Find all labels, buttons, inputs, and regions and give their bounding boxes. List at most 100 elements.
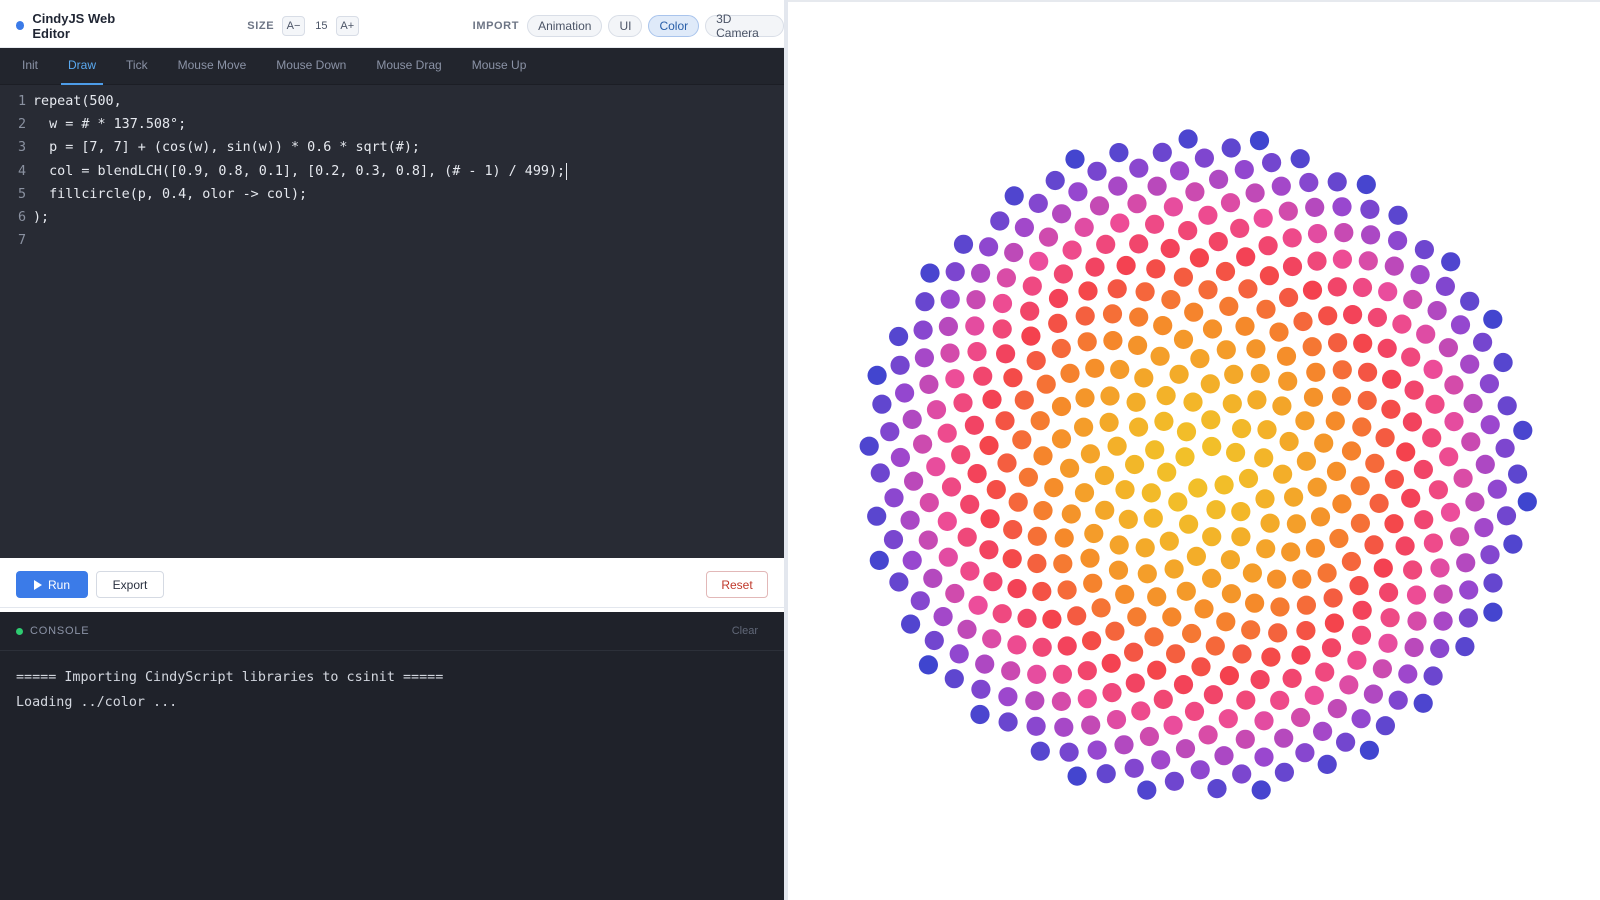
line-number: 5 [17,186,26,202]
sunflower-dot [1150,346,1170,366]
export-button[interactable]: Export [96,571,164,598]
sunflower-dot [1017,608,1037,629]
sunflower-dot [1402,412,1422,432]
code-line: 7 [0,229,567,252]
tab-init[interactable]: Init [0,48,53,84]
sunflower-dot [1101,653,1121,673]
sunflower-dot [1364,535,1384,555]
sunflower-canvas[interactable] [788,2,1600,900]
sunflower-dot [975,654,995,674]
sunflower-dot [1435,276,1455,296]
sunflower-dot [1246,339,1266,359]
tab-mouse-down[interactable]: Mouse Down [261,48,361,84]
sunflower-dot [1236,247,1256,267]
import-animation-button[interactable]: Animation [527,14,603,37]
sunflower-dot [990,211,1010,231]
sunflower-dot [1425,394,1445,414]
sunflower-dot [1109,535,1129,555]
sunflower-dot [1203,685,1223,705]
line-number: 3 [17,140,26,156]
sunflower-dot [1444,412,1464,432]
sunflower-dot [1048,288,1069,309]
run-button[interactable]: Run [16,571,88,598]
sunflower-dot [889,326,909,347]
font-decrease-button[interactable]: A− [282,15,305,36]
sunflower-dot [1475,454,1495,474]
tab-mouse-drag[interactable]: Mouse Drag [361,48,456,84]
sunflower-dot [1231,527,1251,547]
sunflower-dot [918,655,938,675]
sunflower-dot [1141,483,1161,503]
import-color-button[interactable]: Color [648,14,700,37]
sunflower-dot [1423,666,1443,686]
code-line: 1 repeat(500, [0,90,567,113]
sunflower-dot [1159,531,1179,551]
import-3d-camera-button[interactable]: 3D Camera [705,12,785,40]
sunflower-dot [1157,462,1177,482]
sunflower-dot [997,453,1017,473]
sunflower-dot [1295,411,1315,431]
sunflower-dot [1051,396,1072,417]
sunflower-dot [992,293,1013,314]
sunflower-dot [1428,480,1448,500]
sunflower-dot [1367,307,1387,328]
tab-mouse-up[interactable]: Mouse Up [457,48,542,84]
sunflower-dot [1135,538,1155,558]
code-editor[interactable]: Init Draw Tick Mouse Move Mouse Down Mou… [0,48,784,558]
sunflower-dot [1254,448,1274,468]
sunflower-dot [1245,183,1265,203]
sunflower-dot [1057,636,1077,656]
sunflower-dot [919,493,939,513]
import-ui-button[interactable]: UI [608,14,643,37]
text-cursor [566,162,568,180]
sunflower-dot [870,463,890,483]
sunflower-dot [1324,613,1344,633]
sunflower-dot [1190,349,1210,369]
sunflower-dot [1305,197,1325,217]
sunflower-dot [1030,741,1050,761]
sunflower-dot [1314,433,1334,453]
sunflower-dot [965,316,985,336]
code-area[interactable]: 1 repeat(500, 2 w = # * 137.508°; 3 p = [… [0,90,568,252]
sunflower-dot [1102,304,1123,324]
code-text: ); [33,210,50,226]
sunflower-dot [1143,508,1163,528]
sunflower-dot [1176,422,1197,442]
tab-mouse-move[interactable]: Mouse Move [163,48,262,84]
sunflower-dot [992,604,1012,624]
sunflower-dot [1284,487,1304,507]
sunflower-dot [1361,225,1381,245]
reset-button[interactable]: Reset [706,571,768,598]
sunflower-dot [1272,396,1292,416]
sunflower-dot [1175,739,1196,759]
sunflower-dot [1245,593,1265,613]
sunflower-dot [1313,721,1333,742]
canvas-panel[interactable] [788,0,1600,900]
sunflower-dot [1100,386,1120,406]
sunflower-dot [945,369,965,389]
sunflower-dot [1328,333,1348,353]
sunflower-dot [1256,539,1276,559]
sunflower-dot [1001,661,1021,681]
sunflower-dot [1018,467,1038,487]
sunflower-dot [937,511,957,531]
tab-tick[interactable]: Tick [111,48,163,84]
sunflower-dot [1407,611,1427,631]
sunflower-dot [1222,394,1242,414]
sunflower-dot [1067,766,1087,786]
font-increase-button[interactable]: A+ [335,15,359,36]
sunflower-dot [1129,234,1149,254]
sunflower-dot [1108,176,1128,196]
sunflower-dot [913,320,933,340]
sunflower-dot [1207,779,1227,799]
sunflower-dot [1262,153,1282,173]
sunflower-dot [1444,375,1464,395]
sunflower-dot [1296,621,1316,641]
sunflower-dot [1350,476,1370,496]
code-line: 5 fillcircle(p, 0.4, olor -> col); [0,183,567,206]
sunflower-dot [890,447,910,468]
tab-draw[interactable]: Draw [53,48,111,85]
console-clear-button[interactable]: Clear [732,625,758,637]
sunflower-dot [1513,420,1533,440]
sunflower-dot [1381,399,1401,419]
